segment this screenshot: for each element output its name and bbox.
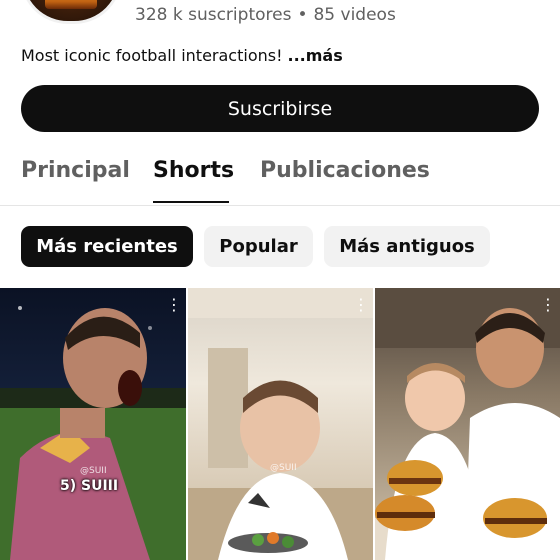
short-caption: 5) SUIII: [60, 478, 119, 494]
more-vert-icon[interactable]: ⋮: [353, 297, 369, 320]
description-text: Most iconic football interactions!: [21, 46, 283, 65]
shorts-grid: ⋮ @SUII 5) SUIII ⋮ @SUII: [0, 288, 560, 560]
video-count: 85 videos: [313, 5, 396, 25]
tab-shorts[interactable]: Shorts: [153, 158, 234, 183]
short-thumbnail-3[interactable]: ⋮: [375, 288, 560, 560]
channel-stats: 328 k suscriptores • 85 videos: [135, 5, 396, 25]
subscribe-button[interactable]: Suscribirse: [21, 85, 539, 132]
burger-image: [45, 0, 97, 9]
tab-principal[interactable]: Principal: [21, 158, 130, 183]
chip-mas-antiguos[interactable]: Más antiguos: [324, 226, 490, 267]
short-thumbnail-2[interactable]: ⋮ @SUII: [188, 288, 373, 560]
tab-publicaciones[interactable]: Publicaciones: [260, 158, 430, 183]
chip-popular[interactable]: Popular: [204, 226, 313, 267]
channel-avatar[interactable]: [20, 0, 122, 24]
more-vert-icon[interactable]: ⋮: [540, 297, 556, 320]
watermark-tag: @SUII: [80, 466, 107, 476]
short-thumbnail-1[interactable]: ⋮ @SUII 5) SUIII: [0, 288, 186, 560]
more-link[interactable]: ...más: [288, 46, 343, 65]
watermark-tag: @SUII: [270, 463, 297, 473]
subscriber-count: 328 k suscriptores: [135, 5, 292, 25]
channel-description[interactable]: Most iconic football interactions! ...más: [21, 46, 343, 65]
channel-tabs: Principal Shorts Publicaciones: [0, 150, 560, 206]
chip-mas-recientes[interactable]: Más recientes: [21, 226, 193, 267]
thumbnail-2-art: [188, 288, 373, 560]
active-tab-indicator: [153, 201, 229, 203]
stats-separator: •: [297, 5, 308, 25]
thumbnail-3-art: [375, 288, 560, 560]
more-vert-icon[interactable]: ⋮: [166, 297, 182, 320]
thumbnail-1-art: [0, 306, 186, 560]
